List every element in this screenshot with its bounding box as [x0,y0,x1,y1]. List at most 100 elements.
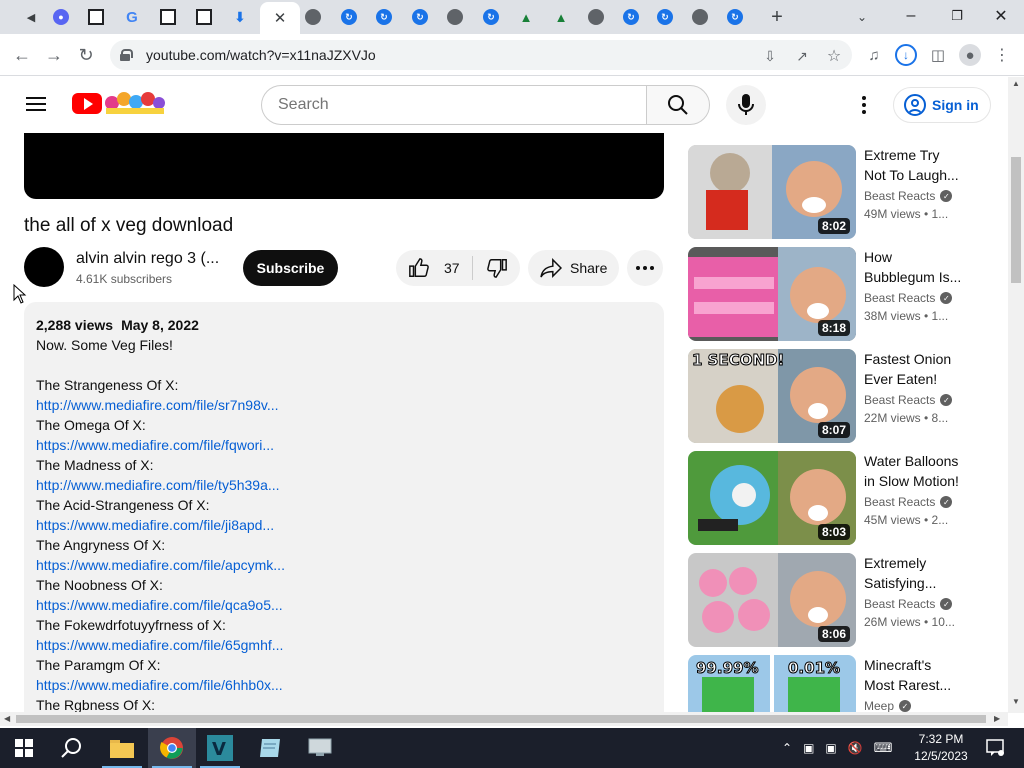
recommendation-item[interactable]: 8:06 Extremely Satisfying... Beast Reacts… [688,553,998,647]
subscribe-button[interactable]: Subscribe [243,250,338,286]
recommendation-title[interactable]: Fastest Onion Ever Eaten! [864,349,984,389]
taskbar-app-v[interactable]: V [196,728,244,768]
media-control-icon[interactable]: ♫ [863,44,885,66]
minimize-button[interactable]: – [888,0,934,32]
volume-muted-icon[interactable]: 🔇 [848,741,863,755]
video-thumbnail[interactable]: 1 SECOND! 8:07 [688,349,856,443]
tab-globe-4[interactable] [683,4,717,30]
taskbar-search-button[interactable] [48,728,96,768]
reload-button[interactable]: ↻ [72,41,100,69]
dislike-button[interactable] [473,250,520,286]
recommendation-channel[interactable]: Beast Reacts ✓ [864,495,953,509]
tab-drive-1[interactable]: ▲ [509,4,543,30]
new-tab-button[interactable]: + [763,4,791,30]
recommendation-item[interactable]: 8:02 Extreme Try Not To Laugh... Beast Re… [688,145,998,239]
restore-button[interactable]: ❐ [934,0,980,32]
video-description[interactable]: 2,288 views May 8, 2022 Now. Some Veg Fil… [24,302,664,713]
tab-link-6[interactable]: ↻ [648,4,682,30]
channel-name[interactable]: alvin alvin rego 3 (... [76,250,219,268]
start-button[interactable] [0,728,48,768]
file-link[interactable]: https://www.mediafire.com/file/ji8apd... [36,517,274,533]
taskbar-chrome[interactable] [148,728,196,768]
file-link[interactable]: http://www.mediafire.com/file/sr7n98v... [36,397,279,413]
recommendation-channel[interactable]: Beast Reacts ✓ [864,597,953,611]
file-link[interactable]: https://www.mediafire.com/file/apcymk... [36,557,285,573]
tab-discord[interactable]: ● [44,4,78,30]
recommendation-channel[interactable]: Beast Reacts ✓ [864,189,953,203]
tab-archive-2[interactable] [151,4,185,30]
like-button[interactable]: 37 [396,250,472,286]
share-button[interactable]: Share [528,250,619,286]
search-button[interactable] [646,85,710,125]
menu-icon[interactable] [26,97,46,111]
file-link[interactable]: http://www.mediafire.com/file/ty5h39a... [36,477,280,493]
recommendation-title[interactable]: Extreme Try Not To Laugh... [864,145,984,185]
notifications-button[interactable] [980,728,1010,768]
recommendation-item[interactable]: 1 SECOND! 8:07 Fastest Onion Ever Eaten! … [688,349,998,443]
window-close-button[interactable]: ✕ [978,0,1024,32]
profile-avatar-icon[interactable]: ● [959,44,981,66]
tab-link-3[interactable]: ↻ [403,4,437,30]
tab-search-button[interactable]: ⌄ [848,4,876,30]
taskbar-file-explorer[interactable] [98,728,146,768]
youtube-doodle-icon[interactable] [104,89,166,115]
tab-link-4[interactable]: ↻ [474,4,508,30]
tab-drive-2[interactable]: ▲ [544,4,578,30]
install-app-icon[interactable]: ⇩ [760,46,780,66]
keyboard-icon[interactable]: ⌨ [874,740,893,756]
voice-search-button[interactable] [726,85,766,125]
recommendation-channel[interactable]: Meep ✓ [864,699,912,713]
search-field[interactable] [261,85,647,125]
recommendation-item[interactable]: 99.99% 0.01% Minecraft's Most Rarest... Me… [688,655,998,713]
tab-audio[interactable]: ◀ [14,4,48,30]
share-page-icon[interactable]: ↗ [792,46,812,66]
back-button[interactable]: ← [8,41,36,69]
taskbar-remote-desktop[interactable] [296,728,344,768]
tab-link-5[interactable]: ↻ [614,4,648,30]
tab-globe-1[interactable] [296,4,330,30]
tab-link-7[interactable]: ↻ [718,4,752,30]
tab-link-1[interactable]: ↻ [332,4,366,30]
recommendation-title[interactable]: Water Balloons in Slow Motion! [864,451,984,491]
bookmark-star-icon[interactable]: ☆ [824,46,844,66]
recommendation-item[interactable]: 8:03 Water Balloons in Slow Motion! Beast… [688,451,998,545]
address-bar[interactable]: youtube.com/watch?v=x11naJZXVJo ⇩ ↗ ☆ [110,40,852,70]
tab-google[interactable]: G [115,4,149,30]
downloads-icon[interactable]: ↓ [895,44,917,66]
tab-globe-2[interactable] [438,4,472,30]
file-link[interactable]: https://www.mediafire.com/file/qca9o5... [36,597,283,613]
side-panel-icon[interactable]: ◫ [927,44,949,66]
tray-app-icon[interactable]: ▣ [803,741,814,755]
video-thumbnail[interactable]: 8:18 [688,247,856,341]
tab-archive-1[interactable] [79,4,113,30]
video-thumbnail[interactable]: 8:02 [688,145,856,239]
youtube-logo-icon[interactable] [72,93,102,114]
tab-globe-3[interactable] [579,4,613,30]
recommendation-title[interactable]: How Bubblegum Is... [864,247,984,287]
recommendation-title[interactable]: Extremely Satisfying... [864,553,984,593]
file-link[interactable]: https://www.mediafire.com/file/65gmhf... [36,637,283,653]
page-vertical-scrollbar[interactable]: ▲ ▼ [1008,77,1024,713]
close-icon[interactable]: ✕ [272,10,288,27]
page-horizontal-scrollbar[interactable]: ◀ ▶ [0,712,1008,726]
recommendation-title[interactable]: Minecraft's Most Rarest... [864,655,984,695]
lock-icon[interactable] [120,49,133,61]
file-link[interactable]: https://www.mediafire.com/file/6hhb0x... [36,677,283,693]
video-thumbnail[interactable]: 99.99% 0.01% [688,655,856,713]
more-actions-button[interactable] [627,250,663,286]
scroll-thumb[interactable] [16,715,986,723]
channel-avatar[interactable] [24,247,64,287]
tab-downloads[interactable]: ⬇ [223,4,257,30]
video-thumbnail[interactable]: 8:03 [688,451,856,545]
taskbar-notes-app[interactable] [246,728,294,768]
scroll-left-icon[interactable]: ◀ [4,714,10,723]
scroll-right-icon[interactable]: ▶ [994,714,1000,723]
taskbar-clock[interactable]: 7:32 PM 12/5/2023 [906,731,976,765]
video-thumbnail[interactable]: 8:06 [688,553,856,647]
recommendation-item[interactable]: 8:18 How Bubblegum Is... Beast Reacts ✓ 38… [688,247,998,341]
recommendation-channel[interactable]: Beast Reacts ✓ [864,291,953,305]
network-icon[interactable]: ▣ [825,741,836,755]
settings-menu-icon[interactable] [852,93,876,117]
tab-link-2[interactable]: ↻ [367,4,401,30]
file-link[interactable]: https://www.mediafire.com/file/fqwori... [36,437,274,453]
